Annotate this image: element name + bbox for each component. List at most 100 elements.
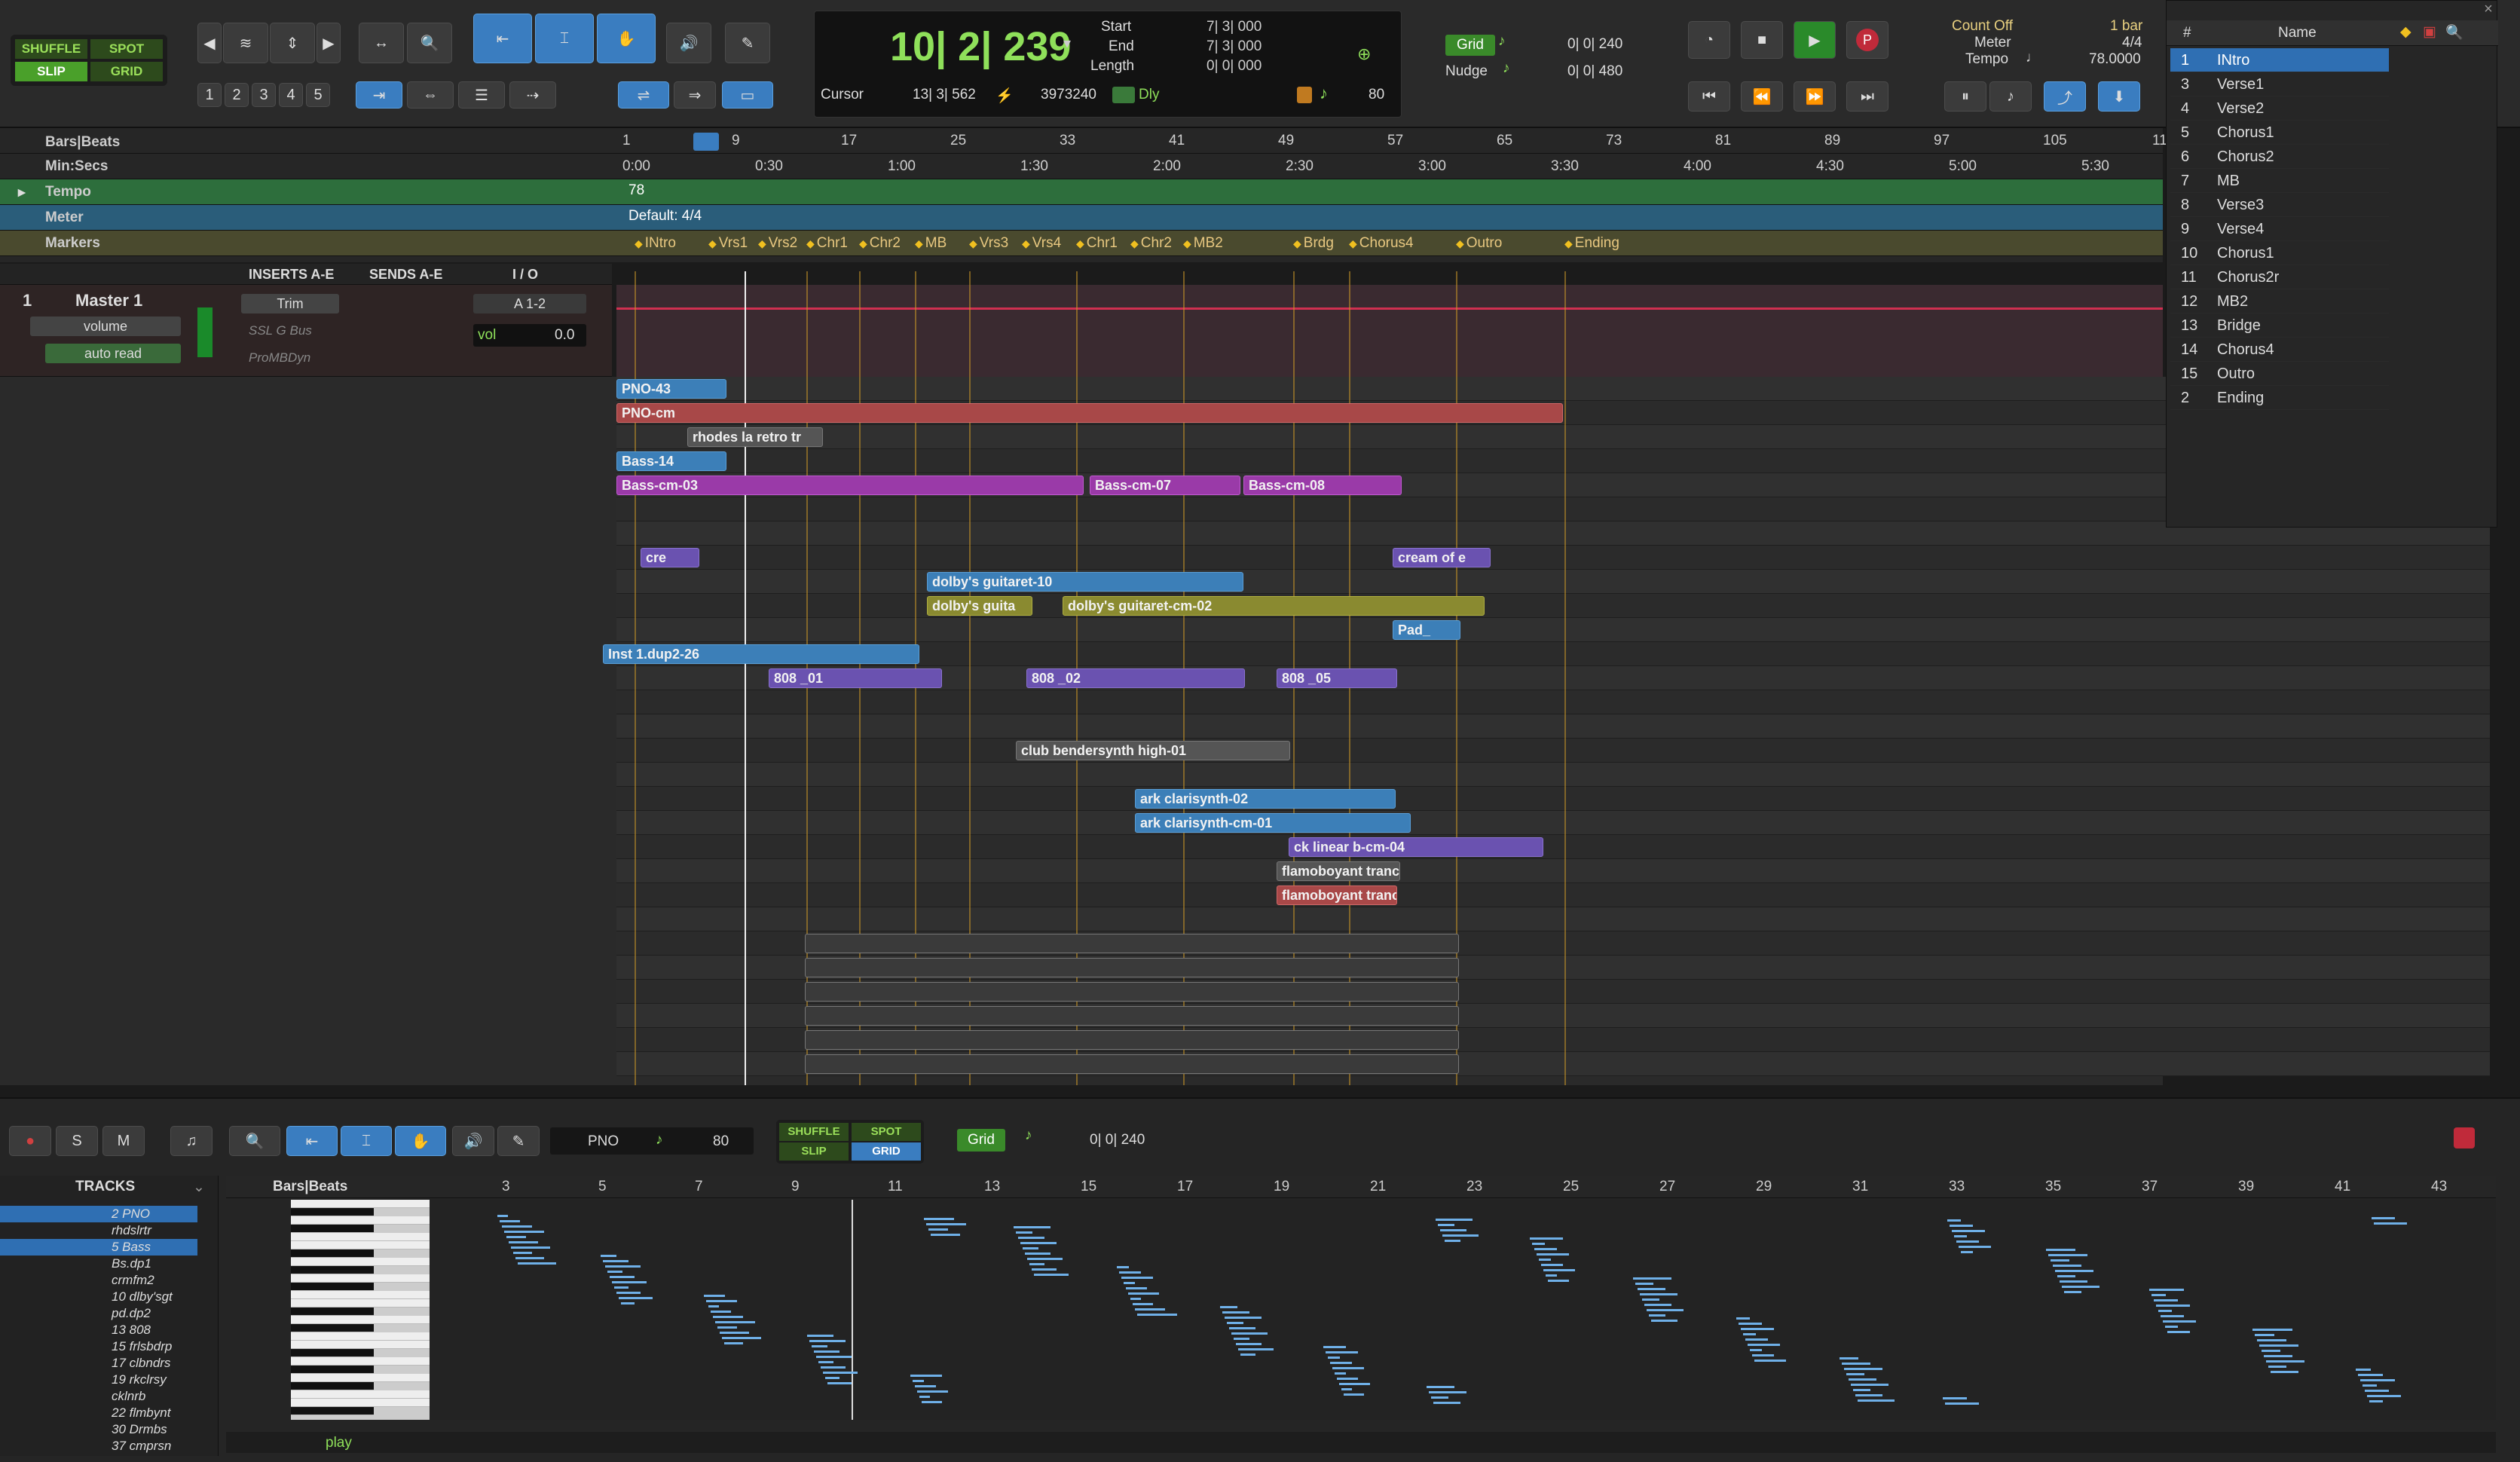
midi-note[interactable] [724, 1342, 743, 1344]
slip-mode-button[interactable]: SLIP [15, 62, 87, 81]
selector-tool-icon[interactable]: ⌶ [535, 14, 594, 63]
piano-key[interactable] [291, 1399, 430, 1407]
midi-note[interactable] [1736, 1317, 1750, 1320]
memory-location-row[interactable]: 15 Outro [2170, 362, 2389, 386]
clip[interactable]: 808 _01 [769, 668, 942, 688]
track-lane[interactable] [616, 763, 2490, 787]
midi-note[interactable] [605, 1265, 641, 1268]
clip[interactable]: Pad_ [1393, 620, 1460, 640]
tempo-value[interactable]: 78.0000 [2089, 51, 2141, 68]
midi-note[interactable] [1332, 1367, 1364, 1369]
midi-note[interactable] [1014, 1226, 1051, 1228]
midi-track-item[interactable]: 2 PNO [0, 1206, 197, 1222]
clip[interactable] [805, 982, 1459, 1002]
midi-note[interactable] [1853, 1389, 1870, 1391]
midi-note[interactable] [1234, 1338, 1249, 1340]
midi-note[interactable] [913, 1380, 924, 1382]
online-sync-icon[interactable]: ◔ [1688, 21, 1730, 59]
midi-note[interactable] [1647, 1309, 1684, 1311]
midi-note[interactable] [1438, 1224, 1454, 1226]
midi-note[interactable] [2057, 1275, 2075, 1277]
midi-note[interactable] [807, 1335, 833, 1337]
midi-note[interactable] [818, 1361, 833, 1363]
midi-note[interactable] [1442, 1234, 1479, 1237]
midi-note[interactable] [720, 1332, 749, 1334]
midi-note[interactable] [919, 1396, 930, 1398]
midi-note[interactable] [823, 1372, 858, 1374]
spot-mode-button[interactable]: SPOT [90, 39, 163, 59]
pencil-bottom-icon[interactable]: ✎ [497, 1126, 540, 1156]
pre-post-roll-icon[interactable]: ▭ [722, 81, 773, 109]
clip[interactable]: flamoboyant tranc [1277, 885, 1397, 905]
track-lane[interactable] [616, 570, 2490, 594]
track-lane[interactable] [616, 690, 2490, 714]
master-track-name[interactable]: Master 1 [75, 291, 142, 310]
midi-note[interactable] [2048, 1254, 2087, 1256]
midi-note[interactable] [1849, 1378, 1876, 1381]
clip[interactable]: Bass-cm-08 [1243, 476, 1402, 495]
piano-key[interactable] [291, 1390, 430, 1399]
midi-track-item[interactable]: Bs.dp1 [0, 1256, 197, 1272]
midi-note[interactable] [2365, 1390, 2389, 1392]
midi-note[interactable] [704, 1295, 725, 1297]
clip[interactable]: cre [641, 548, 699, 567]
midi-note[interactable] [1137, 1314, 1177, 1316]
midi-note[interactable] [506, 1236, 526, 1238]
link-track-icon[interactable]: ☰ [458, 81, 505, 109]
midi-note[interactable] [1339, 1383, 1370, 1385]
piano-key[interactable] [291, 1407, 374, 1415]
midi-track-item[interactable]: 17 clbndrs [0, 1355, 197, 1372]
end-value[interactable]: 7| 3| 000 [1206, 38, 1262, 55]
scrubber-tool-icon[interactable]: 🔊 [666, 23, 711, 63]
midi-note[interactable] [1029, 1263, 1044, 1265]
clip[interactable] [805, 1054, 1459, 1074]
midi-note[interactable] [1227, 1322, 1243, 1324]
fast-forward-icon[interactable]: ⏩ [1794, 81, 1836, 112]
track-lane[interactable] [616, 907, 2490, 931]
midi-note[interactable] [2271, 1371, 2298, 1373]
midi-note[interactable] [2053, 1265, 2081, 1267]
midi-note[interactable] [1858, 1399, 1895, 1402]
midi-note[interactable] [1943, 1397, 1967, 1399]
midi-note[interactable] [2362, 1384, 2377, 1387]
midi-input-icon[interactable]: ⬇ [2098, 81, 2140, 112]
marker-ending[interactable]: Ending [1564, 235, 1619, 252]
midi-note[interactable] [2360, 1379, 2395, 1381]
zoom-preset-1[interactable]: 1 [197, 83, 222, 107]
zoom-out-arrow-icon[interactable]: ◀ [197, 23, 222, 63]
track-lane[interactable] [616, 618, 2490, 642]
piano-key[interactable] [291, 1249, 374, 1258]
midi-note[interactable] [1537, 1253, 1569, 1256]
marker-outro[interactable]: Outro [1456, 235, 1503, 252]
grabber-tool-icon[interactable]: ✋ [597, 14, 656, 63]
midi-note[interactable] [1431, 1396, 1448, 1399]
midi-note[interactable] [1330, 1362, 1352, 1364]
clip[interactable]: ark clarisynth-02 [1135, 789, 1396, 809]
midi-note[interactable] [1846, 1373, 1864, 1375]
midi-note[interactable] [928, 1228, 948, 1231]
midi-note[interactable] [1225, 1317, 1262, 1319]
pencil-tool-icon[interactable]: ✎ [725, 23, 770, 63]
memory-location-row[interactable]: 5 Chorus1 [2170, 121, 2389, 145]
midi-note[interactable] [715, 1321, 755, 1323]
midi-note[interactable] [1128, 1292, 1159, 1295]
midi-note[interactable] [1840, 1357, 1858, 1360]
marker-chr2[interactable]: Chr2 [1130, 235, 1172, 252]
midi-note-icon[interactable]: ♫ [170, 1126, 213, 1156]
close-icon[interactable]: × [2479, 1, 2498, 20]
midi-note[interactable] [717, 1326, 737, 1329]
trim-tool-bottom-icon[interactable]: ⇤ [286, 1126, 338, 1156]
clip[interactable]: rhodes la retro tr [687, 427, 823, 447]
midi-note[interactable] [922, 1401, 942, 1403]
piano-key[interactable] [291, 1308, 374, 1316]
midi-note[interactable] [1745, 1338, 1768, 1341]
midi-note[interactable] [509, 1241, 538, 1243]
tracks-menu-icon[interactable]: ⌄ [193, 1179, 205, 1196]
midi-note[interactable] [713, 1316, 743, 1318]
midi-note[interactable] [2255, 1334, 2274, 1336]
midi-note[interactable] [2161, 1315, 2184, 1317]
midi-note[interactable] [1231, 1332, 1268, 1335]
midi-note[interactable] [2252, 1329, 2292, 1331]
magnifier-icon[interactable]: 🔍 [407, 23, 452, 63]
midi-note[interactable] [1543, 1269, 1575, 1271]
